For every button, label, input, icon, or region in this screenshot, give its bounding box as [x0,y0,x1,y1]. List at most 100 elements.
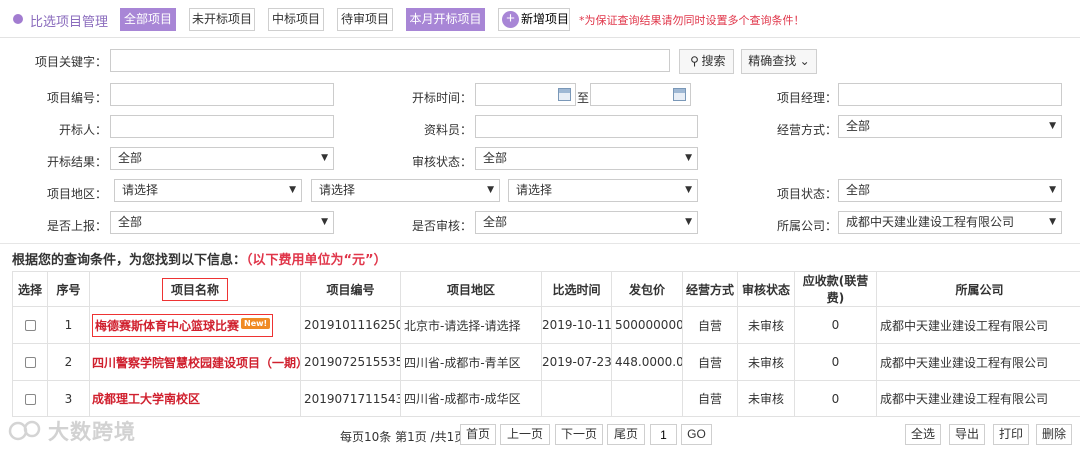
dropdown-arrow-icon: ▼ [1049,217,1056,227]
table-row[interactable]: 2 四川警察学院智慧校园建设项目（一期） 20190725155354 四川省-… [12,343,1080,381]
row-name-cell[interactable]: 四川警察学院智慧校园建设项目（一期） [89,343,301,381]
open-time-from-input[interactable] [475,83,576,106]
row-no: 3 [47,380,90,417]
tab-this-month-projects[interactable]: 本月开标项目 [406,8,485,31]
top-toolbar: 比选项目管理 全部项目 未开标项目 中标项目 待审项目 本月开标项目 + 新增项… [0,0,1080,38]
tab-all-projects[interactable]: 全部项目 [120,8,176,31]
go-button[interactable]: GO [681,424,712,445]
plus-icon: + [502,11,519,28]
calendar-icon[interactable] [558,88,571,101]
row-no: 1 [47,306,90,344]
audited-select-value: 全部 [483,215,508,229]
district-select[interactable]: 请选择 ▼ [508,179,698,202]
row-name-link[interactable]: 梅德赛斯体育中心篮球比赛 New! [92,313,274,337]
project-status-select[interactable]: 全部 ▼ [838,179,1062,202]
row-select-cell[interactable] [12,380,48,417]
search-button[interactable]: ⚲ 搜索 [679,49,734,74]
row-checkbox[interactable] [24,357,36,368]
chevron-down-icon: ⌄ [799,54,810,68]
col-price: 发包价 [611,271,683,307]
row-code: 20190717115436 [300,380,401,417]
title-dot-icon [13,14,23,24]
last-page-button[interactable]: 尾页 [607,424,645,445]
tab-pending-projects[interactable]: 待审项目 [337,8,393,31]
pager-summary: 每页10条 第1页 /共1页 [340,430,467,444]
row-name-link[interactable]: 四川警察学院智慧校园建设项目（一期） [92,356,300,370]
precise-search-button[interactable]: 精确查找 ⌄ [741,49,817,74]
opener-input[interactable] [110,115,334,138]
section-divider [0,243,1080,244]
row-checkbox[interactable] [24,320,36,331]
keyword-label: 项目关键字： [34,55,107,69]
page-number-input[interactable] [650,424,677,445]
new-badge: New! [241,317,271,329]
open-time-label: 开标时间： [411,91,472,105]
row-select-cell[interactable] [12,306,48,344]
dropdown-arrow-icon: ▼ [685,217,692,227]
row-mode: 自营 [682,343,738,381]
row-mode: 自营 [682,380,738,417]
table-row[interactable]: 1 梅德赛斯体育中心篮球比赛 New! 20191011162504 北京市-请选… [12,306,1080,344]
region-label: 项目地区： [46,187,107,201]
city-select[interactable]: 请选择 ▼ [311,179,500,202]
print-button[interactable]: 打印 [993,424,1029,445]
tab-won-projects[interactable]: 中标项目 [268,8,324,31]
project-no-input[interactable] [110,83,334,106]
operation-select[interactable]: 全部 ▼ [838,115,1062,138]
delete-button[interactable]: 删除 [1036,424,1072,445]
operation-select-value: 全部 [846,119,871,133]
company-label: 所属公司： [776,219,837,233]
row-name-cell[interactable]: 成都理工大学南校区 [89,380,301,417]
table-row[interactable]: 3 成都理工大学南校区 20190717115436 四川省-成都市-成华区 自… [12,380,1080,417]
row-date: 2019-10-11 [541,306,612,344]
province-select[interactable]: 请选择 ▼ [114,179,302,202]
manager-label: 项目经理： [776,91,837,105]
audited-select[interactable]: 全部 ▼ [475,211,698,234]
row-checkbox[interactable] [24,393,36,405]
clerk-input[interactable] [475,115,698,138]
company-select[interactable]: 成都中天建业建设工程有限公司 ▼ [838,211,1062,234]
page-title: 比选项目管理 [30,15,109,30]
row-region: 四川省-成都市-成华区 [400,380,542,417]
audit-status-select-value: 全部 [483,151,508,165]
next-page-button[interactable]: 下一页 [555,424,603,445]
first-page-button[interactable]: 首页 [460,424,496,445]
col-no: 序号 [47,271,90,307]
audited-label: 是否审核： [411,219,472,233]
audit-status-select[interactable]: 全部 ▼ [475,147,698,170]
result-select[interactable]: 全部 ▼ [110,147,334,170]
calendar-icon[interactable] [673,88,686,101]
tab-unopened-projects[interactable]: 未开标项目 [189,8,255,31]
row-name-link[interactable]: 成都理工大学南校区 [92,392,200,406]
manager-input[interactable] [838,83,1062,106]
col-name[interactable]: 项目名称 [89,271,301,307]
city-select-value: 请选择 [319,183,356,197]
row-receivable: 0 [794,380,877,417]
open-time-to-input[interactable] [590,83,691,106]
row-receivable: 0 [794,343,877,381]
row-price [611,380,683,417]
col-code: 项目编号 [300,271,401,307]
keyword-input[interactable] [110,49,670,72]
prev-page-button[interactable]: 上一页 [500,424,550,445]
dropdown-arrow-icon: ▼ [289,185,296,195]
select-all-button[interactable]: 全选 [905,424,941,445]
row-name-cell[interactable]: 梅德赛斯体育中心篮球比赛 New! [89,306,301,344]
dropdown-arrow-icon: ▼ [321,217,328,227]
col-select: 选择 [12,271,48,307]
reported-select[interactable]: 全部 ▼ [110,211,334,234]
row-no: 2 [47,343,90,381]
search-icon: ⚲ [690,54,699,68]
row-select-cell[interactable] [12,343,48,381]
query-warning: *为保证查询结果请勿同时设置多个查询条件！ [579,14,805,27]
result-heading-text: 根据您的查询条件，为您找到以下信息： [12,253,247,268]
export-button[interactable]: 导出 [949,424,985,445]
add-project-button[interactable]: + 新增项目 [498,8,570,31]
date-range-separator: 至 [577,91,590,105]
row-company: 成都中天建业建设工程有限公司 [876,380,1080,417]
row-audit-status: 未审核 [737,343,795,381]
clerk-label: 资料员： [423,123,472,137]
reported-select-value: 全部 [118,215,143,229]
currency-note: （以下费用单位为“元”） [246,253,387,268]
reported-label: 是否上报： [46,219,107,233]
